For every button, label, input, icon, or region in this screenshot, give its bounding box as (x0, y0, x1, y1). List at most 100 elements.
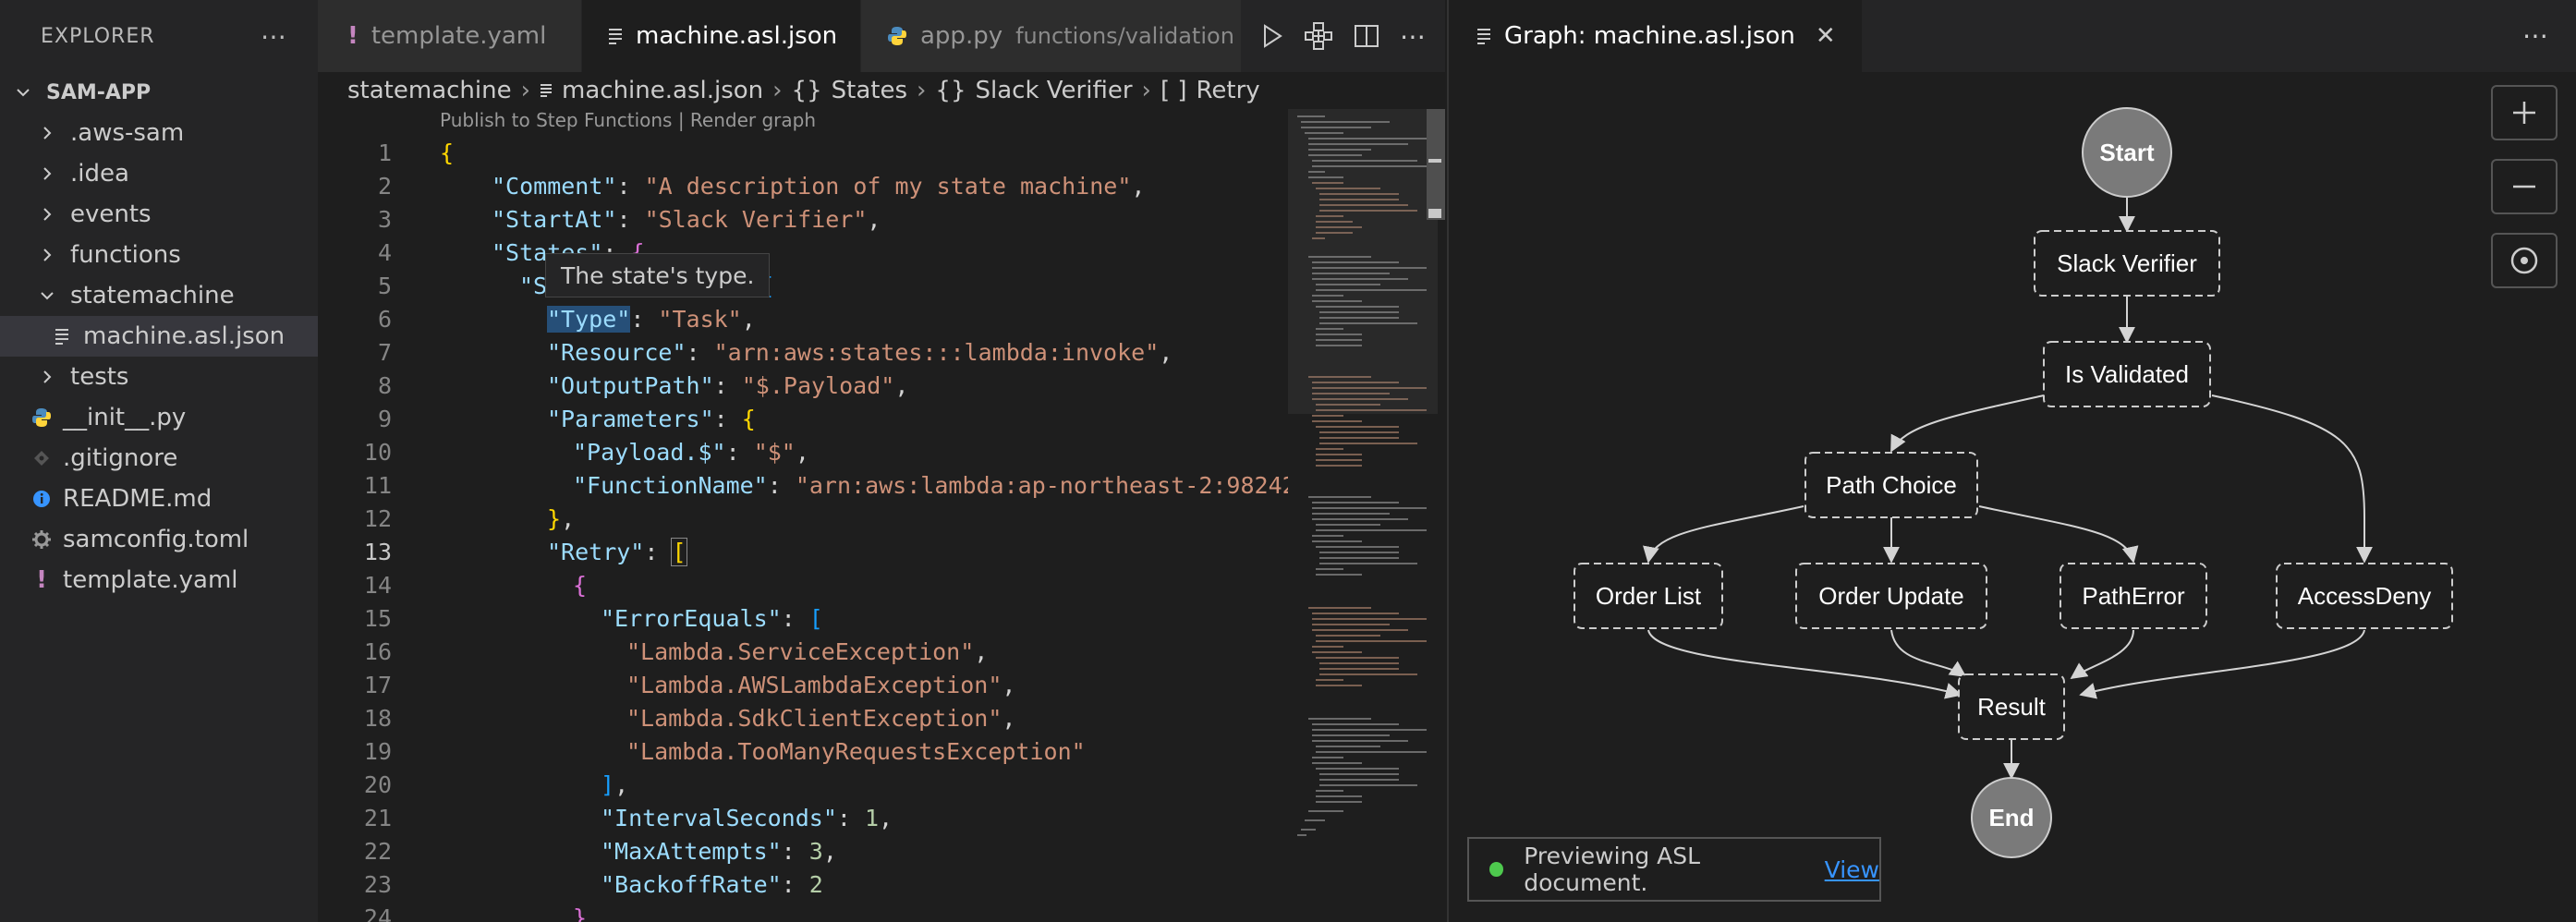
more-actions-icon[interactable]: ⋯ (1400, 21, 1426, 52)
code-token: [ (671, 538, 687, 566)
breadcrumb-item[interactable]: statemachine (347, 77, 512, 104)
graph-node-path-error[interactable]: PathError (2060, 563, 2207, 629)
file-tree: SAM-APP .aws-sam .idea events functions … (0, 72, 318, 601)
tree-item-label: statemachine (70, 282, 235, 309)
code-token: { (440, 140, 455, 166)
zoom-in-button[interactable] (2491, 85, 2558, 140)
node-label: PathError (2082, 582, 2185, 610)
chevron-down-icon (9, 79, 37, 106)
graph-node-path-choice[interactable]: Path Choice (1804, 452, 1978, 518)
code-token: "ErrorEquals" (601, 605, 782, 632)
tree-folder-tests[interactable]: tests (0, 357, 318, 397)
tree-folder-statemachine[interactable]: statemachine (0, 275, 318, 316)
code-token: [ (808, 605, 823, 632)
code-line: 9 "Parameters": { (318, 403, 1288, 436)
code-line: 2 "Comment": "A description of my state m… (318, 170, 1288, 203)
line-number: 3 (377, 206, 392, 233)
tree-item-label: .aws-sam (70, 119, 185, 147)
line-number: 2 (377, 173, 392, 200)
code-token: "$.Payload" (741, 372, 895, 399)
code-line: 11 "FunctionName": "arn:aws:lambda:ap-nor… (318, 469, 1288, 503)
graph-preview-icon[interactable] (1304, 21, 1333, 51)
code-token: "Lambda.TooManyRequestsException" (626, 738, 1086, 765)
zoom-out-button[interactable] (2491, 159, 2558, 214)
graph-node-order-list[interactable]: Order List (1574, 563, 1723, 629)
code-token: "Lambda.ServiceException" (626, 638, 975, 665)
tree-folder-functions[interactable]: functions (0, 235, 318, 275)
graph-node-is-validated[interactable]: Is Validated (2043, 341, 2211, 407)
tree-file-init-py[interactable]: __init__.py (0, 397, 318, 438)
run-icon[interactable] (1261, 24, 1283, 48)
tree-file-samconfig[interactable]: samconfig.toml (0, 519, 318, 560)
python-file-icon (28, 404, 55, 431)
graph-edge (1647, 629, 1962, 699)
graph-node-access-deny[interactable]: AccessDeny (2276, 563, 2453, 629)
code-line: 12}, (318, 503, 1288, 536)
breadcrumb-item[interactable]: Retry (1197, 77, 1260, 104)
tree-file-gitignore[interactable]: .gitignore (0, 438, 318, 479)
center-graph-button[interactable] (2491, 233, 2558, 288)
line-number: 6 (377, 306, 392, 333)
node-label: AccessDeny (2298, 582, 2432, 610)
code-line: 13 "Retry": [ (318, 536, 1288, 569)
tab-template-yaml[interactable]: ! template.yaml (318, 0, 582, 72)
graph-node-start[interactable]: Start (2082, 107, 2172, 198)
graph-node-slack-verifier[interactable]: Slack Verifier (2034, 230, 2220, 297)
code-token: "Parameters" (547, 406, 714, 432)
tree-root-sam-app[interactable]: SAM-APP (0, 72, 318, 113)
graph-panel: Graph: machine.asl.json ✕ ⋯ Start Slack … (1447, 0, 2576, 922)
breadcrumb: statemachine › machine.asl.json › {} Sta… (347, 72, 1260, 109)
close-icon[interactable]: ✕ (1816, 22, 1836, 50)
tree-folder-aws-sam[interactable]: .aws-sam (0, 113, 318, 153)
code-token: : (686, 339, 714, 366)
tree-item-label: README.md (63, 485, 213, 513)
line-number: 5 (377, 273, 392, 299)
node-label: End (1988, 804, 2034, 831)
code-editor[interactable]: 1{ 2 "Comment": "A description of my stat… (318, 137, 1288, 922)
code-line: 18 "Lambda.SdkClientException", (318, 702, 1288, 735)
code-line: 20], (318, 769, 1288, 802)
line-number: 14 (363, 572, 392, 599)
breadcrumb-item[interactable]: Slack Verifier (976, 77, 1133, 104)
tab-machine-asl-json[interactable]: machine.asl.json (582, 0, 861, 72)
tree-root-label: SAM-APP (46, 80, 152, 104)
tree-folder-events[interactable]: events (0, 194, 318, 235)
graph-node-end[interactable]: End (1971, 777, 2052, 858)
tab-label: machine.asl.json (636, 22, 838, 50)
codelens-actions[interactable]: Publish to Step Functions | Render graph (440, 109, 816, 137)
minimap[interactable] (1288, 109, 1445, 922)
graph-node-result[interactable]: Result (1958, 673, 2065, 740)
node-label: Start (2099, 139, 2155, 166)
editor-actions: ⋯ (1242, 0, 1445, 72)
code-token: : (781, 838, 809, 865)
tree-file-readme[interactable]: README.md (0, 479, 318, 519)
line-number: 18 (363, 705, 392, 732)
line-number: 11 (363, 472, 392, 499)
json-file-icon (1476, 28, 1491, 44)
code-token: "StartAt" (492, 206, 617, 233)
state-machine-graph[interactable]: Start Slack Verifier Is Validated Path C… (1449, 72, 2576, 922)
tree-item-label: samconfig.toml (63, 526, 249, 553)
view-link[interactable]: View (1825, 856, 1879, 883)
code-token: "BackoffRate" (601, 871, 782, 898)
yaml-file-icon: ! (347, 22, 358, 50)
breadcrumb-item[interactable]: States (832, 77, 907, 104)
tree-file-machine-asl-json[interactable]: machine.asl.json (0, 316, 318, 357)
json-file-icon (48, 322, 76, 350)
code-token: } (547, 505, 562, 532)
code-token: : (644, 539, 673, 565)
breadcrumb-item[interactable]: machine.asl.json (562, 77, 763, 104)
more-actions-icon[interactable]: ⋯ (2522, 20, 2548, 51)
code-token: "Payload.$" (573, 439, 726, 466)
tree-item-label: .idea (70, 160, 129, 188)
graph-node-order-update[interactable]: Order Update (1795, 563, 1987, 629)
tab-app-py[interactable]: app.py functions/validation (861, 0, 1242, 72)
tree-file-template-yaml[interactable]: ! template.yaml (0, 560, 318, 601)
tab-graph-machine-asl-json[interactable]: Graph: machine.asl.json ✕ (1449, 0, 1862, 72)
tree-folder-idea[interactable]: .idea (0, 153, 318, 194)
more-actions-icon[interactable]: ⋯ (261, 21, 288, 52)
tree-item-label: .gitignore (63, 444, 178, 472)
graph-tabs: Graph: machine.asl.json ✕ ⋯ (1449, 0, 2576, 72)
split-editor-icon[interactable] (1354, 24, 1379, 48)
line-number: 8 (377, 372, 392, 399)
